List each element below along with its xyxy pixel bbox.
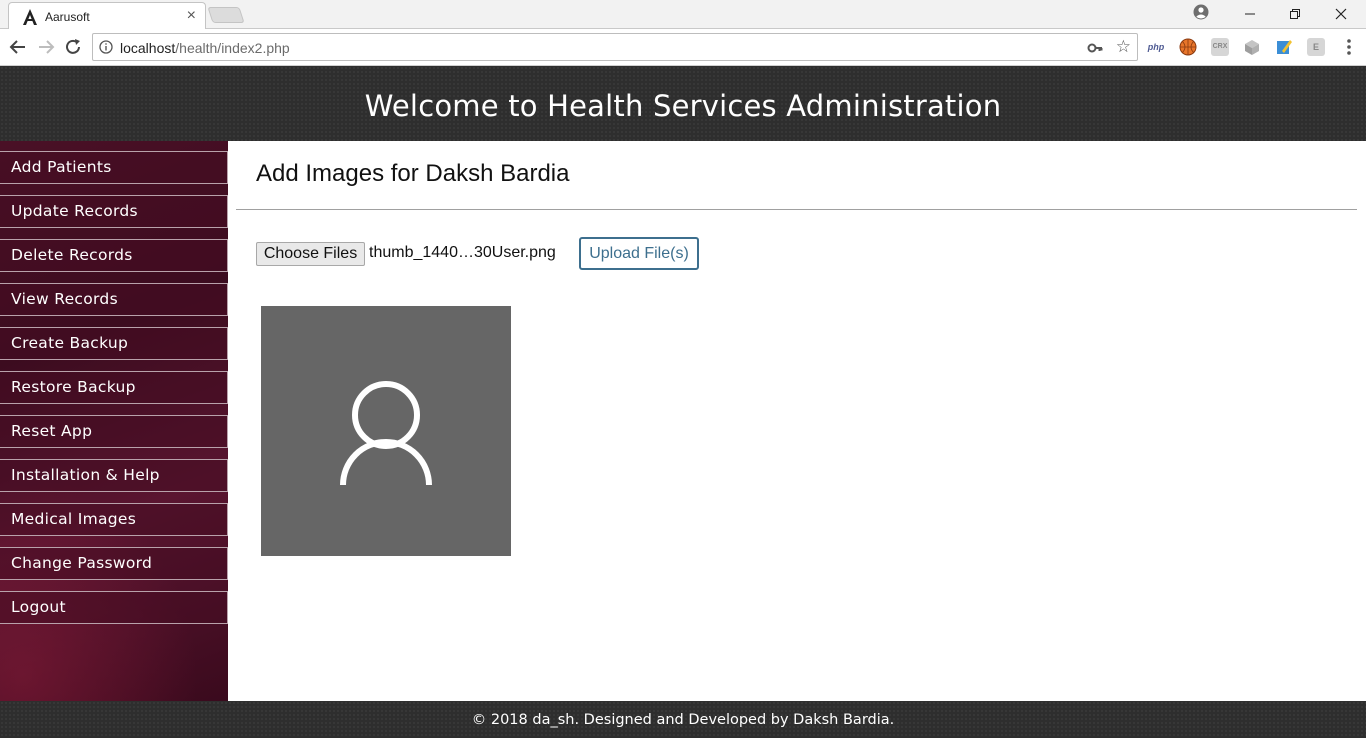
page-header-title: Welcome to Health Services Administratio… <box>364 89 1002 123</box>
forward-arrow-icon[interactable] <box>36 37 56 57</box>
selected-file-name: thumb_1440…30User.png <box>369 244 556 261</box>
restore-icon[interactable] <box>1272 2 1318 26</box>
php-icon[interactable]: php <box>1147 38 1165 56</box>
crx-icon[interactable]: CRX <box>1211 38 1229 56</box>
sidebar-item-add-patients[interactable]: Add Patients <box>0 151 228 184</box>
menu-dots-icon[interactable] <box>1342 37 1356 57</box>
new-tab-button[interactable] <box>207 7 245 23</box>
info-icon[interactable] <box>99 40 113 54</box>
profile-icon[interactable] <box>1193 4 1209 20</box>
tab-close-icon[interactable]: × <box>187 7 196 25</box>
footer-text: © 2018 da_sh. Designed and Developed by … <box>471 712 895 728</box>
aarusoft-logo-icon <box>23 9 37 25</box>
window-close-icon[interactable] <box>1318 2 1364 26</box>
page-header: Welcome to Health Services Administratio… <box>0 66 1366 141</box>
sidebar-item-medical-images[interactable]: Medical Images <box>0 503 228 536</box>
sidebar-item-view-records[interactable]: View Records <box>0 283 228 316</box>
address-bar[interactable]: localhost/health/index2.php ☆ <box>92 33 1138 61</box>
key-icon[interactable] <box>1087 40 1103 56</box>
divider <box>236 209 1357 210</box>
bookmark-star-icon[interactable]: ☆ <box>1116 37 1131 57</box>
sidebar-item-change-password[interactable]: Change Password <box>0 547 228 580</box>
tab-title: Aarusoft <box>45 10 90 24</box>
browser-tabstrip: Aarusoft × <box>0 0 1366 30</box>
upload-files-button[interactable]: Upload File(s) <box>579 237 699 270</box>
back-arrow-icon[interactable] <box>8 37 28 57</box>
sidebar-item-update-records[interactable]: Update Records <box>0 195 228 228</box>
sidebar: Add Patients Update Records Delete Recor… <box>0 141 228 701</box>
browser-tab[interactable]: Aarusoft × <box>8 2 206 30</box>
choose-files-button[interactable]: Choose Files <box>256 242 365 266</box>
url-host: localhost <box>120 40 176 56</box>
url-text[interactable]: localhost/health/index2.php <box>120 40 290 56</box>
minimize-icon[interactable] <box>1227 2 1273 26</box>
sidebar-item-delete-records[interactable]: Delete Records <box>0 239 228 272</box>
cube-icon[interactable] <box>1243 38 1261 56</box>
basketball-icon[interactable] <box>1179 38 1197 56</box>
browser-toolbar: localhost/health/index2.php ☆ php CRX E <box>0 29 1366 66</box>
e-icon[interactable]: E <box>1307 38 1325 56</box>
user-avatar-icon <box>340 381 432 486</box>
page-footer: © 2018 da_sh. Designed and Developed by … <box>0 701 1366 738</box>
sidebar-item-logout[interactable]: Logout <box>0 591 228 624</box>
sidebar-item-installation-help[interactable]: Installation & Help <box>0 459 228 492</box>
edit-icon[interactable] <box>1275 38 1293 56</box>
sidebar-item-create-backup[interactable]: Create Backup <box>0 327 228 360</box>
sidebar-item-reset-app[interactable]: Reset App <box>0 415 228 448</box>
sidebar-item-restore-backup[interactable]: Restore Backup <box>0 371 228 404</box>
uploaded-image-thumbnail[interactable] <box>261 306 511 556</box>
url-path: /health/index2.php <box>175 40 290 56</box>
reload-icon[interactable] <box>63 37 83 57</box>
main-title: Add Images for Daksh Bardia <box>256 160 570 187</box>
